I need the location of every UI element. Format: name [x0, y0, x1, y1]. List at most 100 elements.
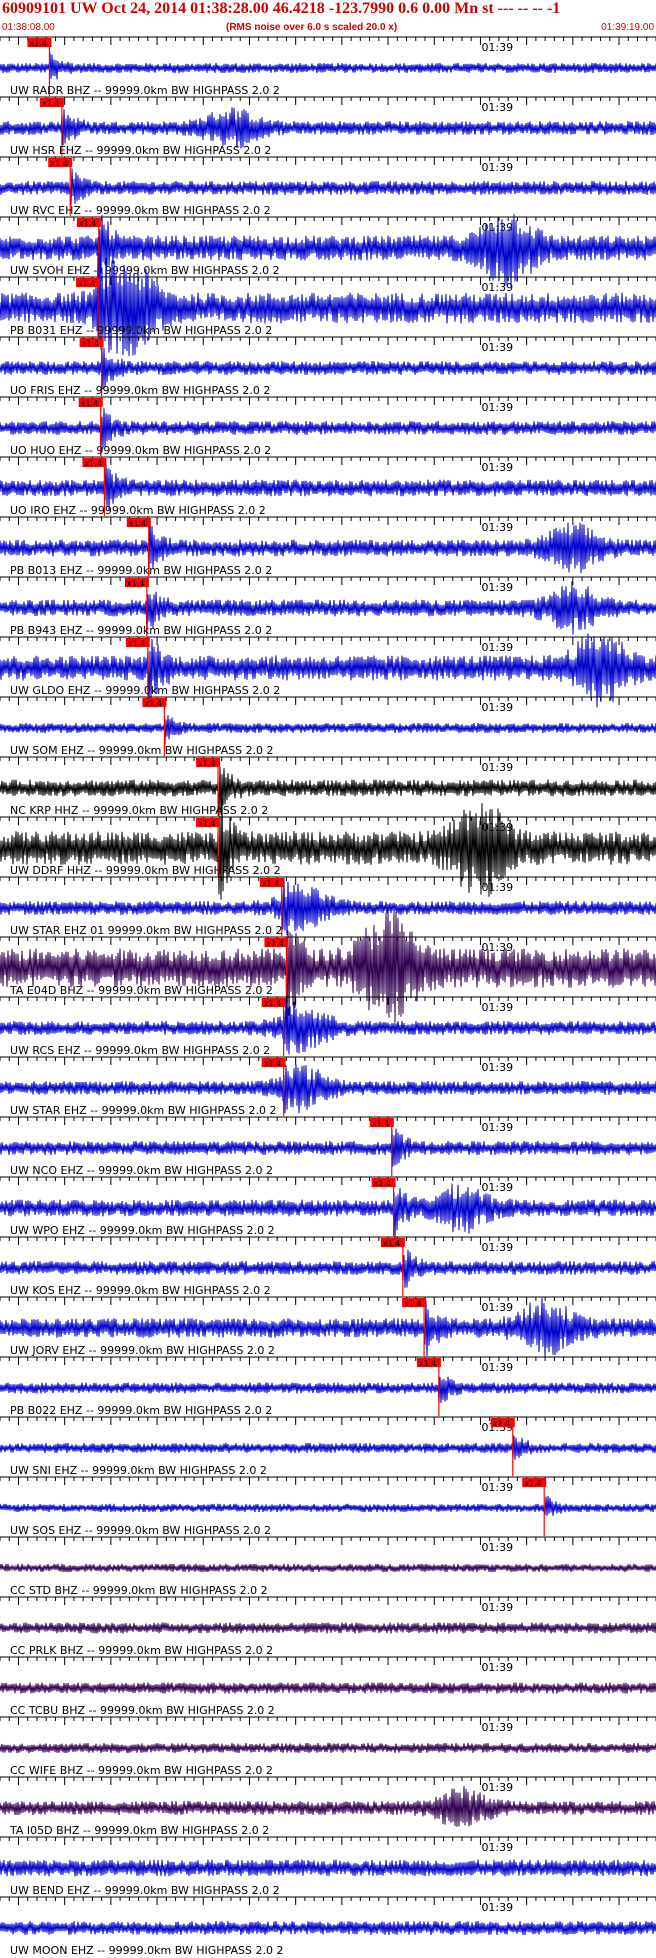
station-label: NC KRP HHZ -- 99999.0km BW HIGHPASS 2.0 … [10, 804, 268, 817]
pick-marker-label: x1.4 [81, 399, 98, 408]
trace-row: 01:39 CC TCBU BHZ -- 99999.0km BW HIGHPAS… [0, 1656, 656, 1717]
minute-tick-label: 01:39 [481, 641, 513, 654]
trace-row: 01:39 x1.4 UW STAR EHZ 01 99999.0km BW HIG… [0, 876, 656, 937]
station-label: PB B943 EHZ -- 99999.0km BW HIGHPASS 2.0… [10, 624, 272, 637]
minute-tick-label: 01:39 [481, 1001, 513, 1014]
pick-marker-label: x1.4 [78, 279, 95, 288]
station-label: UW STAR EHZ 01 99999.0km BW HIGHPASS 2.0… [10, 924, 283, 937]
station-label: UW JORV EHZ -- 99999.0km BW HIGHPASS 2.0… [10, 1344, 275, 1357]
minute-tick-label: 01:39 [481, 1781, 513, 1794]
rms-note: (RMS noise over 6.0 s scaled 20.0 x) [226, 22, 398, 33]
station-label: UW BEND EHZ -- 99999.0km BW HIGHPASS 2.0… [10, 1884, 280, 1897]
waveform [0, 52, 656, 80]
minute-tick-label: 01:39 [481, 1841, 513, 1854]
trace-row: 01:39 x1.4 PB B022 EHZ -- 99999.0km BW HIG… [0, 1356, 656, 1417]
waveform [0, 461, 656, 511]
pick-marker-label: x1.4 [144, 699, 161, 708]
trace-row: 01:39 x1.4 PB B943 EHZ -- 99999.0km BW HIG… [0, 576, 656, 637]
waveform [0, 1785, 656, 1827]
pick-marker-label: x1.4 [79, 219, 96, 228]
minute-tick-label: 01:39 [481, 41, 513, 54]
minute-tick-label: 01:39 [481, 941, 513, 954]
trace-row: 01:39 x1.4 UO HUO EHZ -- 99999.0km BW HIGH… [0, 396, 656, 457]
station-label: UW SNI EHZ -- 99999.0km BW HIGHPASS 2.0 … [10, 1464, 267, 1477]
minute-tick-label: 01:39 [481, 701, 513, 714]
trace-row: 01:39 x1.4 UW HSR EHZ -- 99999.0km BW HIGH… [0, 96, 656, 157]
event-title: 60909101 UW Oct 24, 2014 01:38:28.00 46.… [2, 0, 561, 17]
pick-marker-label: x1.4 [419, 1359, 436, 1368]
minute-tick-label: 01:39 [481, 1661, 513, 1674]
waveform [0, 1435, 656, 1460]
minute-tick-label: 01:39 [481, 1241, 513, 1254]
trace-row: 01:39 x1.4 PB B013 EHZ -- 99999.0km BW HIG… [0, 516, 656, 577]
trace-row: 01:39 CC PRLK BHZ -- 99999.0km BW HIGHPAS… [0, 1596, 656, 1657]
station-label: UW SOM EHZ -- 99999.0km BW HIGHPASS 2.0 … [10, 744, 274, 757]
seismogram-plot: 01:39 x1.4 UW RADR BHZ -- 99999.0km BW HIG… [0, 36, 656, 1957]
trace-row: 01:39x1.4UW SNI EHZ -- 99999.0km BW HIGH… [0, 1416, 656, 1477]
trace-row: 01:39 UW BEND EHZ -- 99999.0km BW HIGHPAS… [0, 1836, 656, 1897]
minute-tick-label: 01:39 [481, 341, 513, 354]
trace-row: 01:39 x1.4 UW SOS EHZ -- 99999.0km BW HIGH… [0, 1476, 656, 1537]
start-time-label: 01:38:08.00 [2, 22, 55, 33]
waveform [0, 107, 656, 149]
station-label: UO HUO EHZ -- 99999.0km BW HIGHPASS 2.0 … [10, 444, 271, 457]
waveform [0, 1742, 656, 1754]
minute-tick-label: 01:39 [481, 1481, 513, 1494]
trace-row: 01:39 x1.4 UW RVC EHZ -- 99999.0km BW HIGH… [0, 156, 656, 217]
station-label: UW SOS EHZ -- 99999.0km BW HIGHPASS 2.0 … [10, 1524, 271, 1537]
trace-row: 01:39 CC WIFE BHZ -- 99999.0km BW HIGHPAS… [0, 1716, 656, 1777]
pick-marker-label: x1.4 [42, 99, 59, 108]
waveform [0, 168, 656, 206]
station-label: PB B013 EHZ -- 99999.0km BW HIGHPASS 2.0… [10, 564, 272, 577]
waveform [0, 1376, 656, 1405]
station-label: CC PRLK BHZ -- 99999.0km BW HIGHPASS 2.0… [10, 1644, 273, 1657]
trace-row: 01:39 x1.4 UW NCO EHZ -- 99999.0km BW HIGH… [0, 1116, 656, 1177]
station-label: UW KOS EHZ -- 99999.0km BW HIGHPASS 2.0 … [10, 1284, 271, 1297]
station-label: UW MOON EHZ -- 99999.0km BW HIGHPASS 2.0… [10, 1944, 283, 1957]
station-label: UW STAR EHZ -- 99999.0km BW HIGHPASS 2.0… [10, 1104, 276, 1117]
trace-row: 01:39 TA I05D BHZ -- 99999.0km BW HIGHPAS… [0, 1776, 656, 1837]
minute-tick-label: 01:39 [481, 881, 513, 894]
station-label: UW DDRF HHZ -- 99999.0km BW HIGHPASS 2.0… [10, 864, 281, 877]
trace-row: 01:39 UW MOON EHZ -- 99999.0km BW HIGHPAS… [0, 1896, 656, 1957]
minute-tick-label: 01:39 [481, 281, 513, 294]
trace-row: 01:39 x1.4 NC KRP HHZ -- 99999.0km BW HIGH… [0, 756, 656, 817]
minute-tick-label: 01:39 [481, 761, 513, 774]
station-label: UO IRO EHZ -- 99999.0km BW HIGHPASS 2.0 … [10, 504, 266, 517]
pick-marker-label: x1.4 [524, 1479, 541, 1488]
station-label: UW RCS EHZ -- 99999.0km BW HIGHPASS 2.0 … [10, 1044, 270, 1057]
minute-tick-label: 01:39 [481, 1361, 513, 1374]
trace-row: 01:39 CC STD BHZ -- 99999.0km BW HIGHPASS… [0, 1536, 656, 1597]
station-label: UW RVC EHZ -- 99999.0km BW HIGHPASS 2.0 … [10, 204, 271, 217]
trace-row: 01:39 x1.4 UW RADR BHZ -- 99999.0km BW HIG… [0, 36, 656, 97]
pick-marker-label: x1.4 [262, 879, 279, 888]
pick-marker-label: x1.4 [29, 39, 46, 48]
trace-row: 01:39 x1.4 UO IRO EHZ -- 99999.0km BW HIGH… [0, 456, 656, 517]
minute-tick-label: 01:39 [481, 161, 513, 174]
pick-marker-label: x1.4 [129, 519, 146, 528]
station-label: UW NCO EHZ -- 99999.0km BW HIGHPASS 2.0 … [10, 1164, 273, 1177]
minute-tick-label: 01:39 [481, 1601, 513, 1614]
station-label: PB B022 EHZ -- 99999.0km BW HIGHPASS 2.0… [10, 1404, 272, 1417]
trace-row: 01:39 x1.4 UW GLDO EHZ -- 99999.0km BW HIG… [0, 633, 656, 708]
minute-tick-label: 01:39 [481, 1541, 513, 1554]
trace-row: 01:39 x1.4 UW JORV EHZ -- 99999.0km BW HIG… [0, 1296, 656, 1357]
pick-marker-label: x1.4 [372, 1119, 389, 1128]
minute-tick-label: 01:39 [481, 1301, 513, 1314]
waveform [0, 1622, 656, 1634]
waveform [0, 1920, 656, 1936]
pick-marker-label: x1.4 [128, 639, 145, 648]
minute-tick-label: 01:39 [481, 1901, 513, 1914]
minute-tick-label: 01:39 [481, 401, 513, 414]
minute-tick-label: 01:39 [481, 581, 513, 594]
station-label: UW SVOH EHZ -- 99999.0km BW HIGHPASS 2.0… [10, 264, 280, 277]
pick-marker-label: x1.4 [374, 1179, 391, 1188]
station-label: UW RADR BHZ -- 99999.0km BW HIGHPASS 2.0… [10, 84, 280, 97]
minute-tick-label: 01:39 [481, 1121, 513, 1134]
waveform [0, 715, 656, 745]
minute-tick-label: 01:39 [481, 521, 513, 534]
waveform [0, 1859, 656, 1877]
pick-marker-label: x1.4 [50, 159, 67, 168]
trace-row: 01:39 x1.4 UO FRIS EHZ -- 99999.0km BW HIG… [0, 336, 656, 397]
plot-header: 60909101 UW Oct 24, 2014 01:38:28.00 46.… [0, 0, 656, 36]
